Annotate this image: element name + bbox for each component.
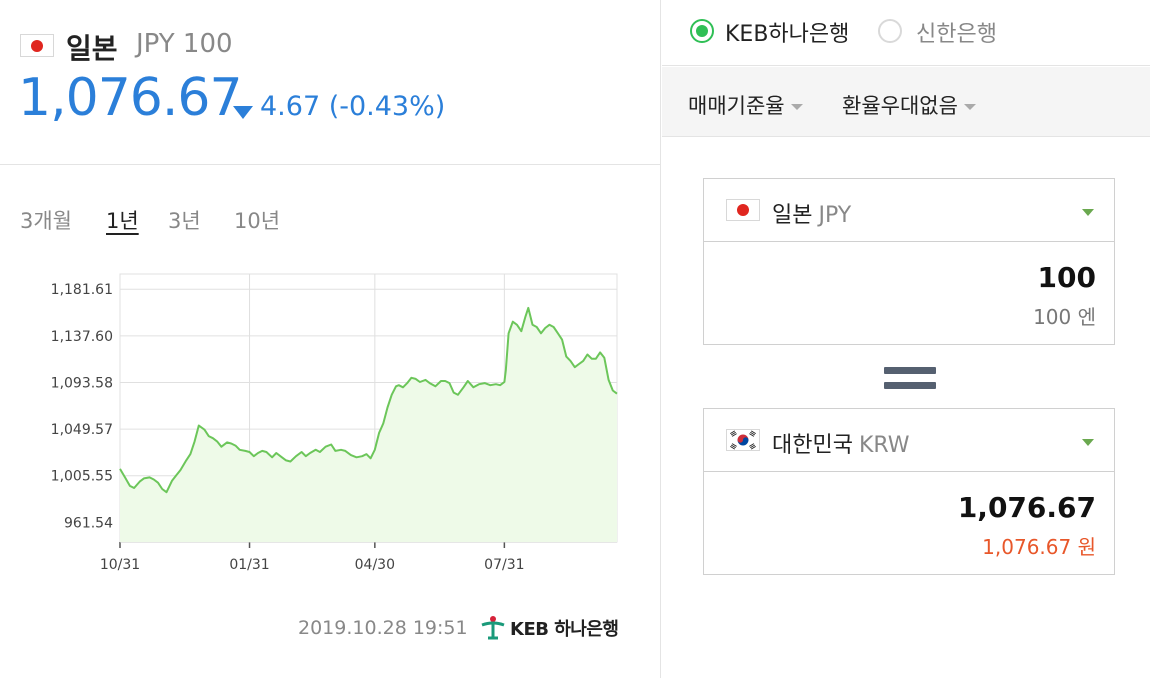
period-tab-10y[interactable]: 10년 (234, 205, 280, 235)
rate-change: 4.67 (-0.43%) (260, 91, 446, 122)
radio-shinhan[interactable] (878, 19, 902, 43)
exchange-rate-chart[interactable]: 1,181.61 1,137.60 1,093.58 1,049.57 1,005.55… (0, 255, 661, 585)
period-tab-3y[interactable]: 3년 (168, 205, 201, 235)
update-timestamp: 2019.10.28 19:51 (298, 617, 468, 639)
y-tick-label: 1,005.55 (51, 469, 113, 485)
exchange-rate-panel: 일본 JPY 100 1,076.67 4.67 (-0.43%) 3개월 1년… (0, 0, 661, 678)
currency-unit: JPY 100 (136, 29, 233, 59)
current-rate: 1,076.67 (18, 68, 243, 128)
preference-label: 환율우대없음 (842, 94, 958, 118)
chevron-down-icon (963, 104, 976, 110)
divider (0, 164, 661, 165)
radio-keb-hana[interactable] (690, 19, 714, 43)
rate-type-label: 매매기준율 (688, 94, 785, 118)
radio-label-shinhan[interactable]: 신한은행 (916, 16, 997, 48)
rate-type-dropdown[interactable]: 매매기준율 (688, 90, 803, 120)
from-country: 일본 (772, 203, 813, 228)
bank-selector: KEB하나은행 신한은행 (662, 0, 1150, 66)
equals-icon (884, 367, 936, 389)
from-currency-name: 일본 JPY (772, 197, 851, 229)
bank-logo-text: KEB 하나은행 (510, 619, 619, 640)
to-amount-input[interactable]: 1,076.67 (958, 491, 1096, 524)
x-tick-label: 07/31 (484, 557, 524, 573)
period-tab-3m[interactable]: 3개월 (20, 205, 72, 235)
from-currency-select[interactable]: 일본 JPY (704, 179, 1114, 242)
rate-options: 매매기준율 환율우대없음 (662, 67, 1150, 137)
bank-logo: KEB 하나은행 (478, 614, 619, 642)
radio-label-keb-hana[interactable]: KEB하나은행 (725, 16, 849, 48)
to-amount-text: 1,076.67 원 (982, 535, 1096, 559)
y-tick-label: 961.54 (64, 515, 113, 531)
to-currency-name: 대한민국 KRW (772, 427, 910, 459)
period-tab-1y[interactable]: 1년 (106, 205, 139, 235)
preference-dropdown[interactable]: 환율우대없음 (842, 90, 976, 120)
chevron-down-icon (790, 104, 803, 110)
to-currency-select[interactable]: 대한민국 KRW (704, 409, 1114, 472)
to-country: 대한민국 (772, 433, 853, 458)
korea-flag-icon (726, 429, 760, 451)
x-tick-label: 10/31 (100, 557, 140, 573)
japan-flag-icon (726, 199, 760, 221)
from-amount-input[interactable]: 100 (1038, 261, 1096, 294)
hana-bank-logo-icon (481, 616, 505, 640)
x-tick-label: 04/30 (355, 557, 395, 573)
down-arrow-icon (233, 106, 253, 119)
converter-from: 일본 JPY 100 100 엔 (703, 178, 1115, 345)
y-tick-label: 1,137.60 (51, 329, 113, 345)
chevron-down-icon (1082, 209, 1094, 216)
from-code: JPY (818, 203, 852, 228)
chevron-down-icon (1082, 439, 1094, 446)
japan-flag-icon (20, 34, 54, 57)
y-tick-label: 1,093.58 (51, 375, 113, 391)
x-tick-label: 01/31 (229, 557, 269, 573)
from-amount-text: 100 엔 (1033, 305, 1096, 329)
country-name: 일본 (66, 32, 118, 65)
y-tick-label: 1,049.57 (51, 422, 113, 438)
converter-to: 대한민국 KRW 1,076.67 1,076.67 원 (703, 408, 1115, 575)
y-tick-label: 1,181.61 (51, 282, 113, 298)
to-code: KRW (858, 433, 910, 458)
